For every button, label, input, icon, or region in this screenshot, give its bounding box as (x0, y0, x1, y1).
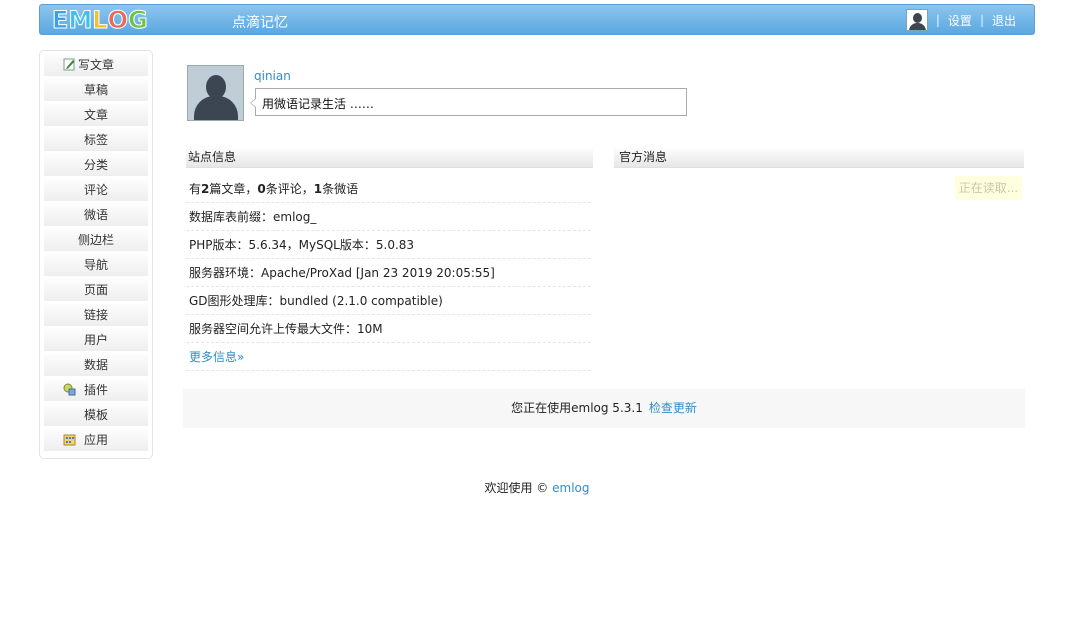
php-version-row: PHP版本：5.6.34，MySQL版本：5.0.83 (186, 231, 591, 259)
sidebar-item-label: 链接 (83, 308, 108, 322)
write-icon (63, 58, 75, 71)
sidebar-item-label: 数据 (83, 358, 108, 372)
user-avatar-icon[interactable] (905, 9, 928, 31)
sidebar-item-drafts[interactable]: 草稿 (44, 79, 148, 101)
sidebar-item-tags[interactable]: 标签 (44, 129, 148, 151)
check-update-link[interactable]: 检查更新 (649, 401, 697, 415)
top-header-bar: E M L O G 点滴记忆 | 设置 | 退出 (39, 4, 1035, 35)
stats-text: 有 (189, 182, 202, 196)
emlog-logo[interactable]: E M L O G (51, 6, 149, 34)
comments-count: 0 (257, 182, 266, 196)
gd-library-row: GD图形处理库：bundled (2.1.0 compatible) (186, 287, 591, 315)
official-news-heading: 官方消息 (614, 146, 1024, 168)
footer-text: 欢迎使用 © (484, 481, 549, 495)
sidebar-menu: 写文章 草稿 文章 标签 分类 评论 微语 侧边栏 导航 页面 链接 用户 数据… (39, 50, 153, 459)
sidebar-item-label: 标签 (83, 133, 108, 147)
sidebar-item-label: 分类 (83, 158, 108, 172)
server-env-row: 服务器环境：Apache/ProXad [Jan 23 2019 20:05:5… (186, 259, 591, 287)
sidebar-item-comments[interactable]: 评论 (44, 179, 148, 201)
sidebar-item-label: 用户 (83, 333, 108, 347)
sidebar-item-label: 文章 (83, 108, 108, 122)
sidebar-item-label: 微语 (83, 208, 108, 222)
separator: | (935, 13, 940, 27)
sidebar-item-label: 模板 (83, 408, 108, 422)
sidebar-item-label: 应用 (83, 433, 108, 447)
sidebar-item-label: 草稿 (83, 83, 108, 97)
twitter-input[interactable]: 用微语记录生活 …… (250, 88, 687, 116)
site-stats-row: 有2篇文章，0条评论，1条微语 (186, 175, 591, 203)
db-prefix-row: 数据库表前缀：emlog_ (186, 203, 591, 231)
sidebar-item-navigation[interactable]: 导航 (44, 254, 148, 276)
username-link[interactable]: qinian (254, 69, 291, 83)
profile-avatar[interactable] (187, 65, 244, 121)
sidebar-item-twitter[interactable]: 微语 (44, 204, 148, 226)
sidebar-item-write[interactable]: 写文章 (44, 54, 148, 76)
sidebar-item-categories[interactable]: 分类 (44, 154, 148, 176)
plugin-icon (63, 383, 76, 396)
more-info-link[interactable]: 更多信息» (189, 350, 244, 364)
sidebar-item-label: 页面 (83, 283, 108, 297)
more-info-row: 更多信息» (186, 343, 591, 371)
sidebar-item-apps[interactable]: 应用 (44, 429, 148, 451)
logo-letter: E (51, 6, 69, 34)
version-text: 您正在使用emlog 5.3.1 (511, 401, 643, 415)
app-icon (63, 434, 76, 446)
site-title-link[interactable]: 点滴记忆 (232, 12, 288, 32)
twitters-count: 1 (313, 182, 323, 196)
sidebar-item-posts[interactable]: 文章 (44, 104, 148, 126)
sidebar-item-label: 写文章 (78, 58, 115, 72)
sidebar-item-label: 侧边栏 (77, 233, 114, 247)
site-info-list: 有2篇文章，0条评论，1条微语 数据库表前缀：emlog_ PHP版本：5.6.… (186, 175, 591, 371)
sidebar-item-pages[interactable]: 页面 (44, 279, 148, 301)
stats-text: 篇文章， (209, 182, 258, 196)
logout-link[interactable]: 退出 (992, 12, 1016, 29)
sidebar-item-label: 评论 (83, 183, 108, 197)
logo-letter: O (107, 6, 128, 34)
upload-limit-row: 服务器空间允许上传最大文件：10M (186, 315, 591, 343)
stats-text: 条微语 (322, 182, 359, 196)
footer: 欢迎使用 © emlog (0, 479, 1074, 496)
sidebar-item-links[interactable]: 链接 (44, 304, 148, 326)
logo-letter: M (68, 6, 93, 34)
sidebar-item-label: 导航 (83, 258, 108, 272)
separator: | (979, 13, 984, 27)
header-user-menu: | 设置 | 退出 (905, 9, 1016, 31)
sidebar-item-plugins[interactable]: 插件 (44, 379, 148, 401)
logo-letter: L (92, 6, 108, 34)
settings-link[interactable]: 设置 (948, 12, 972, 29)
logo-letter: G (128, 6, 149, 34)
sidebar-item-templates[interactable]: 模板 (44, 404, 148, 426)
sidebar-item-users[interactable]: 用户 (44, 329, 148, 351)
loading-indicator: 正在读取... (955, 176, 1022, 200)
site-info-heading: 站点信息 (186, 146, 593, 168)
sidebar-item-data[interactable]: 数据 (44, 354, 148, 376)
version-bar: 您正在使用emlog 5.3.1 检查更新 (183, 389, 1025, 428)
stats-text: 条评论， (265, 182, 314, 196)
sidebar-item-widgets[interactable]: 侧边栏 (44, 229, 148, 251)
footer-emlog-link[interactable]: emlog (552, 481, 589, 495)
sidebar-item-label: 插件 (83, 383, 108, 397)
